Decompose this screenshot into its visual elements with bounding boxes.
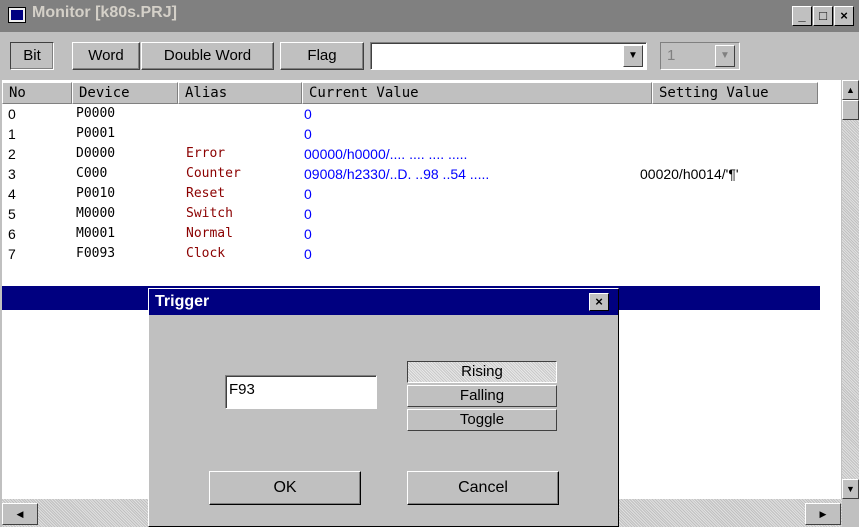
dialog-close-button[interactable]: ×: [589, 293, 609, 311]
count-combo-value: 1: [667, 47, 676, 64]
row-alias: Clock: [186, 246, 226, 261]
column-header-no[interactable]: No: [2, 82, 72, 104]
column-header-alias[interactable]: Alias: [178, 82, 302, 104]
size-grip[interactable]: [842, 499, 859, 527]
trigger-dialog: Trigger × F93 Rising Falling Toggle OK C…: [148, 288, 619, 527]
tab-double-word[interactable]: Double Word: [141, 42, 274, 70]
count-combo-dropdown-icon: ▼: [715, 45, 735, 67]
toggle-button[interactable]: Toggle: [407, 409, 557, 431]
row-device: F0093: [76, 246, 116, 261]
column-header-device[interactable]: Device: [72, 82, 178, 104]
device-combo-dropdown-icon[interactable]: ▼: [623, 45, 643, 67]
close-button[interactable]: ×: [834, 6, 854, 26]
row-current-value: 0: [304, 126, 312, 142]
tab-word[interactable]: Word: [72, 42, 140, 70]
dialog-title[interactable]: Trigger: [149, 289, 618, 315]
row-current-value: 00000/h0000/.... .... .... .....: [304, 146, 468, 162]
tab-flag[interactable]: Flag: [280, 42, 364, 70]
maximize-button[interactable]: □: [813, 6, 833, 26]
row-no: 3: [8, 166, 16, 182]
window-title: Monitor [k80s.PRJ]: [32, 4, 177, 21]
row-device: P0010: [76, 186, 116, 201]
row-device: D0000: [76, 146, 116, 161]
rising-button[interactable]: Rising: [407, 361, 557, 383]
row-no: 7: [8, 246, 16, 262]
row-device: M0000: [76, 206, 116, 221]
count-combo: 1 ▼: [660, 42, 740, 70]
row-device: P0001: [76, 126, 116, 141]
row-alias: Normal: [186, 226, 233, 241]
vertical-scrollbar[interactable]: ▲ ▼: [842, 80, 859, 499]
row-no: 1: [8, 126, 16, 142]
row-no: 2: [8, 146, 16, 162]
scroll-down-button[interactable]: ▼: [842, 479, 859, 499]
row-no: 5: [8, 206, 16, 222]
row-alias: Counter: [186, 166, 241, 181]
row-alias: Error: [186, 146, 226, 161]
minimize-button[interactable]: _: [792, 6, 812, 26]
row-device: P0000: [76, 106, 116, 121]
monitor-window: Monitor [k80s.PRJ] _ □ × Bit Word Double…: [0, 0, 859, 527]
row-current-value: 0: [304, 226, 312, 242]
vertical-scroll-track[interactable]: [842, 120, 859, 479]
row-no: 0: [8, 106, 16, 122]
row-device: C000: [76, 166, 108, 181]
scroll-right-button[interactable]: ▶: [805, 503, 841, 525]
device-combo[interactable]: ▼: [370, 42, 647, 70]
row-current-value: 0: [304, 206, 312, 222]
tab-bit[interactable]: Bit: [10, 42, 54, 70]
trigger-device-input[interactable]: F93: [225, 375, 377, 409]
row-setting-value: 00020/h0014/'¶': [640, 166, 739, 182]
app-icon: [8, 7, 26, 23]
title-bar[interactable]: Monitor [k80s.PRJ] _ □ ×: [0, 0, 859, 32]
row-alias: Reset: [186, 186, 226, 201]
row-no: 6: [8, 226, 16, 242]
cancel-button[interactable]: Cancel: [407, 471, 559, 505]
row-alias: Switch: [186, 206, 233, 221]
falling-button[interactable]: Falling: [407, 385, 557, 407]
scroll-up-button[interactable]: ▲: [842, 80, 859, 100]
row-current-value: 0: [304, 246, 312, 262]
row-current-value: 0: [304, 106, 312, 122]
column-header-current-value[interactable]: Current Value: [302, 82, 652, 104]
scroll-left-button[interactable]: ◀: [2, 503, 38, 525]
ok-button[interactable]: OK: [209, 471, 361, 505]
column-header-setting-value[interactable]: Setting Value: [652, 82, 818, 104]
trigger-device-input-value: F93: [229, 381, 255, 398]
row-current-value: 09008/h2330/..D. ..98 ..54 .....: [304, 166, 490, 182]
row-device: M0001: [76, 226, 116, 241]
vertical-scroll-thumb[interactable]: [842, 100, 859, 120]
row-current-value: 0: [304, 186, 312, 202]
row-no: 4: [8, 186, 16, 202]
